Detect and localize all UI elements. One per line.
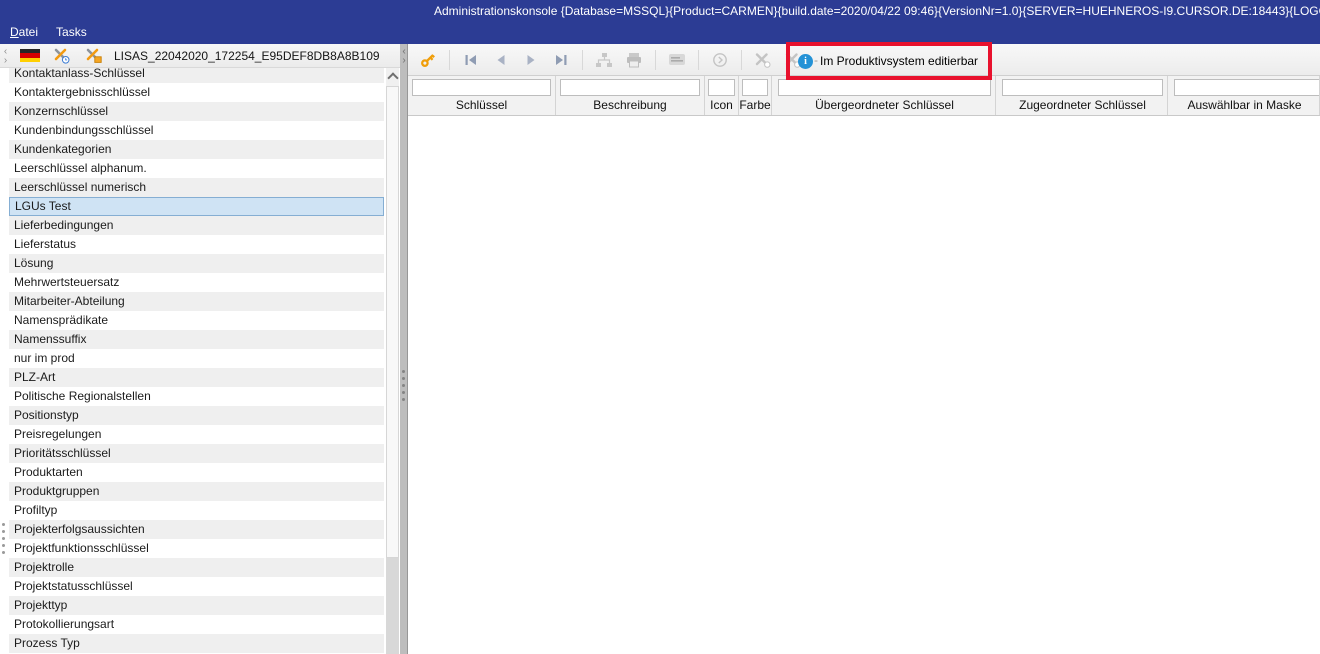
column-4: Übergeordneter Schlüssel [774,76,996,115]
nav-previous-icon[interactable] [490,48,512,72]
splitter-grip[interactable] [402,370,405,401]
list-item[interactable]: Mitarbeiter-Abteilung [9,292,384,311]
main-body: ‹› LISAS_22042020_172254_E95DEF8DB8A8B [0,44,1320,654]
list-item[interactable]: Politische Regionalstellen [9,387,384,406]
annotation-red-box: i Im Produktivsystem editierbar [786,42,992,80]
list-scrollbar[interactable] [386,68,399,654]
list-item[interactable]: Produktgruppen [9,482,384,501]
list-item[interactable]: Prozess Typ [9,634,384,653]
column-2: Icon [705,76,739,115]
toolbar-separator [449,50,450,70]
german-flag-icon[interactable] [20,49,40,62]
column-6: Auswählbar in Maske [1170,76,1320,115]
column-filter-input[interactable] [560,79,700,96]
column-5: Zugeordneter Schlüssel [998,76,1168,115]
panel-splitter[interactable]: ‹› [400,44,408,654]
list-item[interactable]: Projekterfolgsaussichten [9,520,384,539]
column-1: Beschreibung [556,76,705,115]
list-item[interactable]: Lieferbedingungen [9,216,384,235]
list-item[interactable]: Kontaktanlass-Schlüssel [9,68,384,83]
toolbar-overflow-left[interactable]: ‹› [1,47,10,65]
list-item[interactable]: Namenssuffix [9,330,384,349]
menu-bar: Datei Tasks [0,22,1320,44]
list-item[interactable]: Leerschlüssel numerisch [9,178,384,197]
key-icon[interactable] [417,48,439,72]
toolbar-separator [698,50,699,70]
list-item[interactable]: Protokollierungsart [9,615,384,634]
list-item[interactable]: Lieferstatus [9,235,384,254]
column-label[interactable]: Übergeordneter Schlüssel [774,97,995,114]
scrollbar-track[interactable] [386,558,399,654]
nav-first-icon[interactable] [460,48,482,72]
window-title: Administrationskonsole {Database=MSSQL}{… [434,4,1320,18]
list-item[interactable]: Lösung [9,254,384,273]
menu-tasks[interactable]: Tasks [54,23,97,43]
key-list-viewport: Kontaktanlass-SchlüsselKontaktergebnissc… [9,68,384,654]
toolbar-separator [655,50,656,70]
keylist: Kontaktanlass-SchlüsselKontaktergebnissc… [9,68,384,653]
menu-datei[interactable]: Datei [8,23,48,43]
nav-next-icon[interactable] [520,48,542,72]
column-filter-input[interactable] [1174,79,1320,96]
column-filter-input[interactable] [778,79,991,96]
list-item[interactable]: Projektrolle [9,558,384,577]
table-content-area [408,116,1320,654]
chevron-right-icon: › [1,56,10,65]
list-item[interactable]: Preisregelungen [9,425,384,444]
scrollbar-thumb[interactable] [386,86,399,558]
run-icon[interactable] [709,48,731,72]
hierarchy-icon[interactable] [593,48,615,72]
tools-clock-icon[interactable] [50,44,72,68]
list-item[interactable]: Mehrwertsteuersatz [9,273,384,292]
title-bar: Administrationskonsole {Database=MSSQL}{… [0,0,1320,22]
tools-badge-icon[interactable] [752,48,774,72]
column-filter-input[interactable] [1002,79,1163,96]
list-item[interactable]: Kontaktergebnisschlüssel [9,83,384,102]
form-icon[interactable] [666,48,688,72]
column-label[interactable]: Schlüssel [408,97,555,114]
productive-system-editable-label: Im Produktivsystem editierbar [820,54,978,68]
info-icon: i [798,54,813,69]
list-item[interactable]: LGUs Test [9,197,384,216]
list-item[interactable]: Prioritätsschlüssel [9,444,384,463]
list-item[interactable]: Profiltyp [9,501,384,520]
column-label[interactable]: Zugeordneter Schlüssel [998,97,1167,114]
toolbar-separator [741,50,742,70]
column-filter-input[interactable] [412,79,551,96]
column-header-row: SchlüsselBeschreibungIconFarbeÜbergeordn… [408,76,1320,116]
left-edge-grip[interactable] [2,523,5,554]
key-list-panel: ‹› LISAS_22042020_172254_E95DEF8DB8A8B [0,44,400,654]
list-item[interactable]: Positionstyp [9,406,384,425]
list-item[interactable]: PLZ-Art [9,368,384,387]
list-item[interactable]: Namensprädikate [9,311,384,330]
list-item[interactable]: nur im prod [9,349,384,368]
list-item[interactable]: Projekttyp [9,596,384,615]
left-toolbar: ‹› LISAS_22042020_172254_E95DEF8DB8A8B [0,44,400,68]
scrollbar-up-icon[interactable] [386,68,399,86]
column-label[interactable]: Icon [705,97,738,114]
chevron-right-icon[interactable]: › [400,56,408,65]
administration-console-window: Administrationskonsole {Database=MSSQL}{… [0,0,1320,654]
detail-panel: - SchlüsselBeschreibungIconFarbeÜbergeor… [408,44,1320,654]
list-item[interactable]: Leerschlüssel alphanum. [9,159,384,178]
column-label[interactable]: Auswählbar in Maske [1170,97,1319,114]
tools-box-icon[interactable] [82,44,104,68]
print-icon[interactable] [623,48,645,72]
column-label[interactable]: Farbe [739,97,771,114]
list-item[interactable]: Konzernschlüssel [9,102,384,121]
session-id-label: LISAS_22042020_172254_E95DEF8DB8A8B109 [114,49,380,63]
list-item[interactable]: Kundenbindungsschlüssel [9,121,384,140]
column-label[interactable]: Beschreibung [556,97,704,114]
list-item[interactable]: Projektfunktionsschlüssel [9,539,384,558]
column-filter-input[interactable] [742,79,768,96]
list-item[interactable]: Produktarten [9,463,384,482]
list-item[interactable]: Projektstatusschlüssel [9,577,384,596]
list-item[interactable]: Kundenkategorien [9,140,384,159]
column-3: Farbe [739,76,772,115]
column-0: Schlüssel [408,76,556,115]
column-filter-input[interactable] [708,79,735,96]
toolbar-separator [582,50,583,70]
nav-last-icon[interactable] [550,48,572,72]
